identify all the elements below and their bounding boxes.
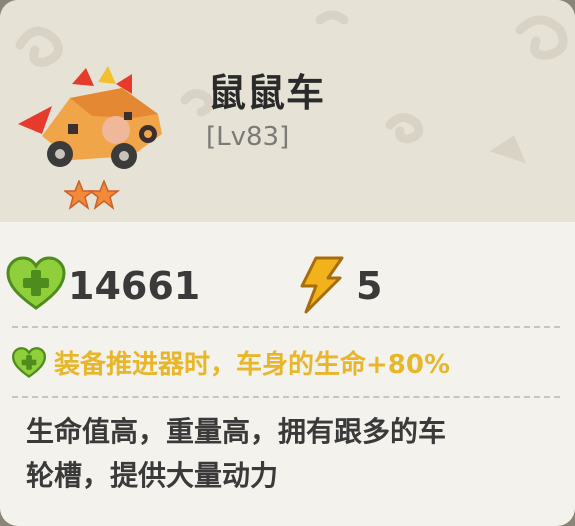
rat-car-icon bbox=[18, 66, 162, 169]
vehicle-description: 生命值高，重量高，拥有跟多的车 轮槽，提供大量动力 bbox=[26, 410, 556, 498]
divider bbox=[12, 396, 560, 398]
vehicle-level: [Lv83] bbox=[206, 122, 290, 152]
card-header: 鼠鼠车 [Lv83] bbox=[0, 0, 575, 222]
divider bbox=[12, 326, 560, 328]
star-icon bbox=[87, 180, 121, 210]
stats-row: 14661 5 bbox=[0, 222, 575, 332]
energy-value: 5 bbox=[356, 264, 383, 308]
description-line: 轮槽，提供大量动力 bbox=[26, 459, 279, 492]
hp-value: 14661 bbox=[68, 264, 201, 308]
vehicle-info-card: 鼠鼠车 [Lv83] 14661 5 装备推进器时，车身的生命+80% 生命值高… bbox=[0, 0, 575, 526]
vehicle-name: 鼠鼠车 bbox=[208, 71, 326, 115]
lightning-icon bbox=[300, 256, 344, 314]
rank-stars bbox=[64, 180, 121, 210]
description-line: 生命值高，重量高，拥有跟多的车 bbox=[26, 415, 447, 448]
star-icon bbox=[64, 180, 96, 210]
green-heart-icon bbox=[6, 256, 66, 310]
green-heart-icon bbox=[12, 347, 46, 378]
bonus-effect-text: 装备推进器时，车身的生命+80% bbox=[54, 350, 451, 380]
